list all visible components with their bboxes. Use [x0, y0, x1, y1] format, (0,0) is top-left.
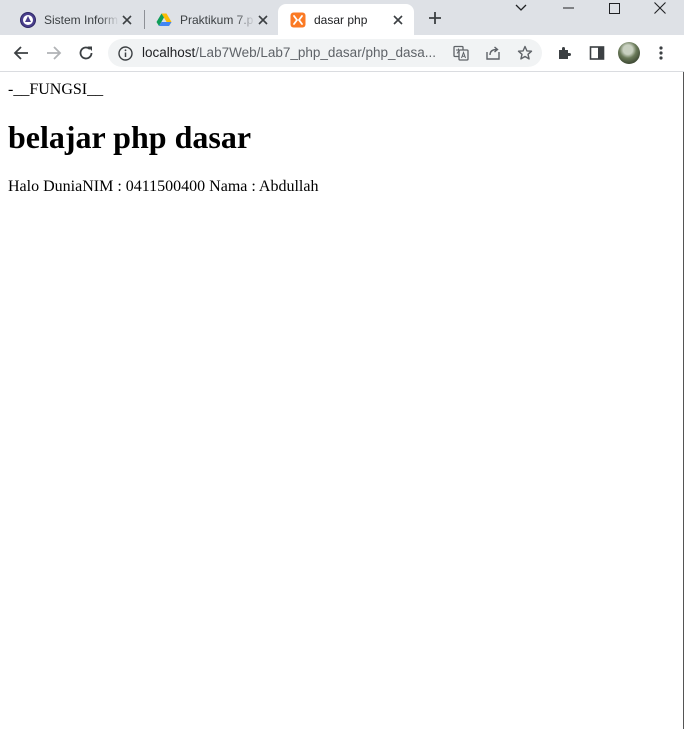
page-viewport: -__FUNGSI__ belajar php dasar Halo Dunia… — [0, 72, 684, 729]
tab-sistem-informasi[interactable]: Sistem Inform — [0, 4, 143, 35]
extensions-button[interactable] — [553, 41, 577, 65]
side-panel-button[interactable] — [585, 41, 609, 65]
reload-button[interactable] — [74, 41, 98, 65]
close-window-button[interactable] — [637, 0, 683, 16]
function-label: -__FUNGSI__ — [8, 81, 104, 98]
close-tab-icon[interactable] — [119, 12, 135, 28]
share-icon[interactable] — [484, 44, 502, 62]
puzzle-icon — [559, 47, 571, 59]
google-drive-icon — [156, 12, 172, 28]
forward-button[interactable] — [42, 41, 66, 65]
arrow-left-icon — [13, 46, 28, 60]
side-panel-icon — [589, 46, 605, 60]
info-icon[interactable] — [116, 44, 134, 62]
chevron-down-icon — [515, 4, 527, 11]
tab-title: Sistem Inform — [44, 12, 119, 27]
close-tab-icon[interactable] — [390, 12, 406, 28]
tab-search-button[interactable] — [498, 0, 544, 16]
minimize-button[interactable] — [545, 0, 591, 16]
browser-menu-button[interactable] — [649, 41, 673, 65]
more-vertical-icon — [659, 46, 663, 60]
back-button[interactable] — [9, 41, 33, 65]
reload-icon — [79, 46, 93, 60]
tab-strip: Sistem Inform Praktikum 7.p dasar php — [0, 0, 684, 35]
profile-avatar[interactable] — [618, 42, 640, 64]
url-path: /Lab7Web/Lab7_php_dasar/php_dasa... — [195, 45, 436, 60]
close-icon — [654, 2, 666, 14]
tab-title: dasar php — [314, 12, 368, 27]
output-text: Halo DuniaNIM : 0411500400 Nama : Abdull… — [8, 178, 319, 195]
page-heading: belajar php dasar — [8, 119, 252, 155]
plus-icon — [429, 12, 441, 24]
tab-title: Praktikum 7.p — [180, 12, 254, 27]
xampp-icon — [290, 12, 306, 28]
url-host: localhost — [142, 45, 196, 60]
tab-dasar-php[interactable]: dasar php — [278, 4, 414, 35]
minimize-icon — [562, 7, 574, 9]
browser-toolbar: localhost/Lab7Web/Lab7_php_dasar/php_das… — [0, 35, 684, 72]
arrow-right-icon — [47, 46, 62, 60]
url-text: localhost/Lab7Web/Lab7_php_dasar/php_das… — [142, 45, 436, 60]
tab-praktikum[interactable]: Praktikum 7.p — [136, 4, 279, 35]
maximize-button[interactable] — [591, 0, 637, 16]
new-tab-button[interactable] — [425, 8, 445, 28]
translate-icon[interactable] — [452, 44, 470, 62]
bookmark-star-icon[interactable] — [516, 44, 534, 62]
maximize-icon — [608, 2, 620, 14]
address-bar[interactable]: localhost/Lab7Web/Lab7_php_dasar/php_das… — [108, 39, 542, 67]
close-tab-icon[interactable] — [255, 12, 271, 28]
university-logo-icon — [20, 11, 36, 28]
